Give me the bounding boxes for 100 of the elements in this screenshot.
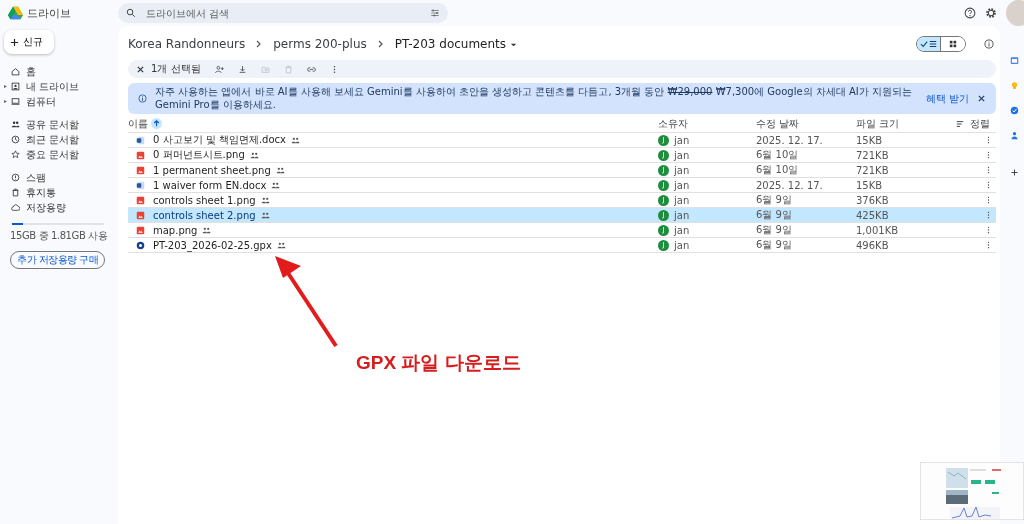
- owner-name: jan: [674, 134, 690, 146]
- info-icon[interactable]: [984, 39, 994, 49]
- calendar-icon[interactable]: [1009, 56, 1019, 65]
- sidebar-item[interactable]: 내 드라이브: [4, 79, 118, 94]
- share-icon[interactable]: [214, 64, 224, 74]
- close-icon[interactable]: [136, 64, 145, 74]
- grid-icon: [949, 40, 957, 48]
- file-size: 425KB: [856, 209, 889, 221]
- close-icon[interactable]: [977, 94, 986, 103]
- column-header[interactable]: 소유자: [658, 116, 688, 131]
- filter-icon[interactable]: [430, 8, 440, 18]
- storage-icon: [11, 203, 20, 212]
- file-size: 496KB: [856, 239, 889, 251]
- search-field[interactable]: 드라이브에서 검색: [144, 6, 422, 20]
- search-icon: [126, 8, 136, 18]
- sidebar-item[interactable]: 휴지통: [4, 185, 118, 200]
- shared-icon: [202, 226, 212, 234]
- get-offer-link[interactable]: 혜택 받기: [925, 91, 969, 106]
- modified-date: 6월 9일: [756, 193, 792, 207]
- list-icon: [929, 40, 937, 48]
- sidebar-item[interactable]: 공유 문서함: [4, 117, 118, 132]
- sidebar-item[interactable]: 저장용량: [4, 200, 118, 215]
- owner-name: jan: [674, 179, 690, 191]
- owner-name: jan: [674, 224, 690, 236]
- file-name: controls sheet 2.png: [153, 209, 256, 221]
- settings-icon[interactable]: [985, 7, 997, 19]
- computer-icon: [11, 97, 20, 106]
- owner-name: jan: [674, 209, 690, 221]
- file-size: 15KB: [856, 134, 883, 146]
- file-name: 0 퍼머넌트시트.png: [153, 148, 245, 162]
- tasks-icon[interactable]: [1009, 106, 1019, 115]
- owner-name: jan: [674, 164, 690, 176]
- shared-icon: [260, 211, 270, 219]
- gpx-file-icon: [136, 240, 145, 250]
- file-name: controls sheet 1.png: [153, 194, 256, 206]
- owner-name: jan: [674, 239, 690, 251]
- plus-icon: [10, 37, 19, 47]
- modified-date: 2025. 12. 17.: [756, 179, 823, 191]
- download-icon[interactable]: [237, 64, 247, 74]
- search-field[interactable]: 드라이브에서 검색: [118, 3, 448, 23]
- drive-icon: [11, 82, 20, 91]
- info-icon: [138, 94, 147, 103]
- owner-name: jan: [674, 149, 690, 161]
- app-title: 드라이브: [27, 5, 71, 21]
- modified-date: 2025. 12. 17.: [756, 134, 823, 146]
- home-icon: [11, 67, 20, 76]
- image-file-icon: [136, 210, 145, 220]
- contacts-icon[interactable]: [1009, 131, 1019, 140]
- new-button[interactable]: 신규: [4, 30, 54, 54]
- starred-icon: [11, 150, 20, 159]
- trash-icon: [11, 188, 20, 197]
- list-view-button[interactable]: [917, 37, 941, 51]
- shared-icon: [260, 196, 270, 204]
- add-icon[interactable]: [1009, 168, 1019, 177]
- check-icon: [920, 40, 928, 48]
- column-header[interactable]: 파일 크기: [856, 116, 900, 131]
- word-file-icon: [136, 180, 145, 190]
- breadcrumb-link[interactable]: Korea Randonneurs: [128, 37, 246, 51]
- word-file-icon: [136, 135, 145, 145]
- shared-icon: [276, 241, 286, 249]
- sidebar-item[interactable]: 컴퓨터: [4, 94, 118, 109]
- column-header[interactable]: 수정 날짜: [756, 116, 800, 131]
- owner-name: jan: [674, 194, 690, 206]
- image-file-icon: [136, 225, 145, 235]
- sort-up-icon[interactable]: [151, 118, 162, 129]
- breadcrumb-link[interactable]: perms 200-plus: [273, 37, 367, 51]
- shared-icon: [275, 166, 285, 174]
- file-size: 1,001KB: [856, 224, 899, 236]
- file-name: PT-203_2026-02-25.gpx: [153, 239, 272, 251]
- storage-text: 15GB 중 1.81GB 사용: [10, 229, 109, 243]
- recent-icon: [11, 135, 20, 144]
- file-size: 721KB: [856, 164, 889, 176]
- image-file-icon: [136, 150, 145, 160]
- shared-icon: [290, 136, 300, 144]
- breadcrumb-link[interactable]: PT-203 documents: [394, 37, 518, 51]
- chevron-icon: [376, 40, 385, 48]
- annotation-label: GPX 파일 다운로드: [356, 351, 521, 375]
- selection-count: 1개 선택됨: [151, 62, 201, 76]
- modified-date: 6월 10일: [756, 163, 799, 177]
- expand-icon[interactable]: [4, 100, 7, 103]
- link-icon[interactable]: [306, 64, 316, 74]
- file-name: map.png: [153, 224, 198, 236]
- shared-icon: [249, 151, 259, 159]
- sidebar-item[interactable]: 최근 문서함: [4, 132, 118, 147]
- help-icon[interactable]: [964, 7, 976, 19]
- sidebar-item[interactable]: 중요 문서함: [4, 147, 118, 162]
- modified-date: 6월 10일: [756, 148, 799, 162]
- sidebar-item[interactable]: 스팸: [4, 170, 118, 185]
- column-header[interactable]: 이름: [128, 116, 148, 131]
- sort-icon[interactable]: [956, 119, 964, 128]
- modified-date: 6월 9일: [756, 238, 792, 252]
- banner-text: 자주 사용하는 앱에서 바로 AI를 사용해 보세요 Gemini를 사용하여 초안을 생성하고 콘텐츠를 다듬고, 3개월 동안 ₩29,000 ₩7,300에 Google의 차세대 AI가 지원되는 Gemini Pro를 이용하세요.: [155, 86, 913, 111]
- image-file-icon: [136, 165, 145, 175]
- sort-label[interactable]: 정렬: [970, 116, 990, 131]
- sidebar-item[interactable]: 홈: [4, 64, 118, 79]
- expand-icon[interactable]: [4, 85, 7, 88]
- spam-icon: [11, 173, 20, 182]
- file-size: 376KB: [856, 194, 889, 206]
- shared-icon: [271, 181, 281, 189]
- shared-icon: [11, 120, 20, 129]
